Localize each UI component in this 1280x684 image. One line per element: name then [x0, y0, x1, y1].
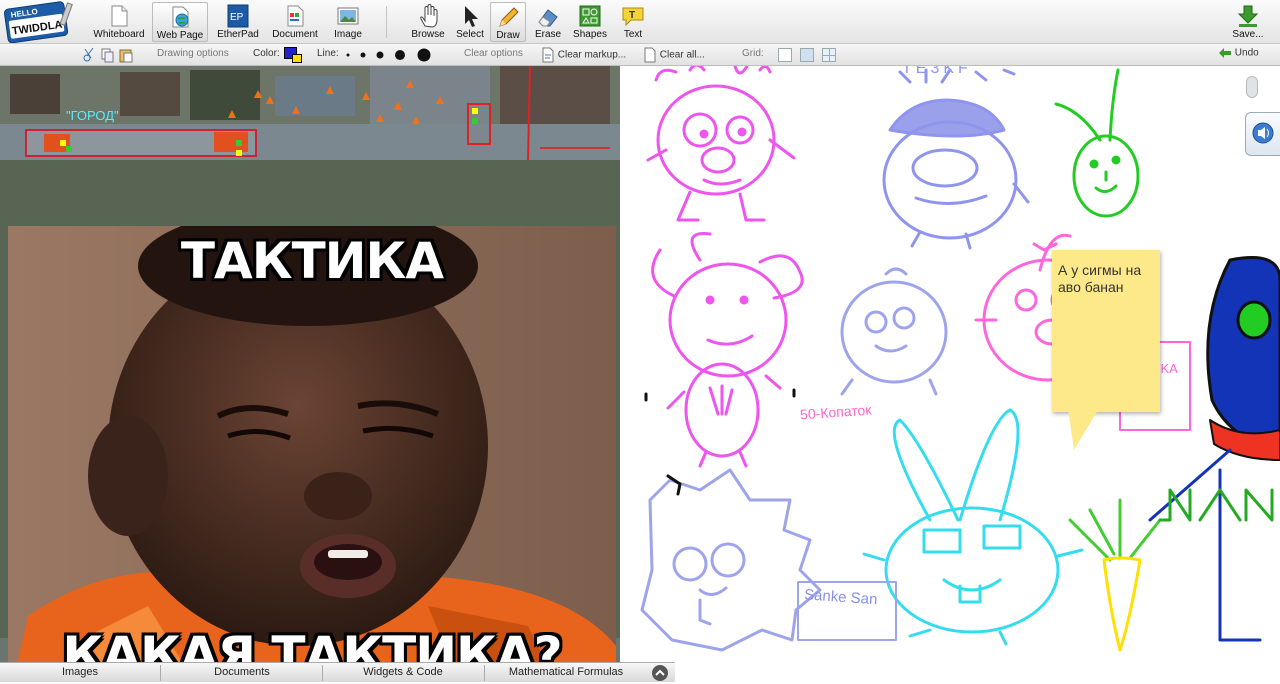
line-size-3[interactable]: [376, 51, 384, 59]
carrot-drawing: [1068, 498, 1162, 652]
cursor-arrow-icon: [465, 6, 478, 27]
svg-text:T: T: [629, 10, 635, 21]
line-label: Line:: [317, 48, 339, 59]
drawing-options-label: Drawing options: [157, 48, 229, 59]
meme-photo: [8, 226, 616, 662]
line-size-1[interactable]: [346, 53, 350, 57]
tab-documents[interactable]: Documents: [162, 666, 322, 678]
blank-page-icon: [644, 47, 656, 63]
meme-top-caption: ТАКТИКА: [180, 232, 444, 290]
text-icon: T: [622, 7, 644, 27]
tab-separator: [160, 665, 161, 681]
shapes-icon: [579, 5, 601, 27]
etherpad-icon: EP: [227, 4, 249, 28]
line-size-4[interactable]: [395, 50, 405, 60]
line-size-2[interactable]: [360, 52, 366, 58]
save-download-icon: [1237, 5, 1259, 27]
draw-tool[interactable]: Draw: [490, 2, 526, 42]
copy-icon[interactable]: [101, 48, 114, 63]
toolbar-separator: [386, 6, 387, 38]
scroll-up-chevron[interactable]: [1246, 76, 1258, 98]
color-label: Color:: [253, 48, 280, 59]
svg-text:EP: EP: [230, 12, 244, 23]
clear-options-label: Clear options: [464, 48, 523, 59]
meme-bottom-caption: КАКАЯ ТАКТИКА?: [62, 626, 562, 662]
pencil-icon: [499, 7, 519, 27]
erase-tool[interactable]: Erase: [530, 2, 566, 42]
tab-widgets-code[interactable]: Widgets & Code: [324, 666, 482, 678]
main-toolbar: HELLO TWIDDLA Whiteboard Web Page EP Eth…: [0, 0, 1280, 44]
lavender-hedgehog-drawing: [640, 468, 822, 652]
cut-icon[interactable]: [83, 47, 94, 62]
document-icon: [287, 5, 304, 27]
undo-button[interactable]: Undo: [1218, 47, 1259, 59]
undo-arrow-icon: [1219, 48, 1231, 58]
tab-separator: [484, 665, 485, 681]
select-tool[interactable]: Select: [452, 2, 488, 42]
grid-none-button[interactable]: [778, 48, 792, 62]
clear-markup-button[interactable]: Clear markup...: [541, 47, 626, 63]
sticky-note[interactable]: А у сигмы на аво банан: [1052, 250, 1160, 450]
lavender-hat-creature-drawing: [882, 68, 1030, 250]
clear-all-button[interactable]: Clear all...: [643, 47, 705, 63]
hand-drawn-sketches: [640, 66, 1280, 652]
scrawl-top-text: TE3KF: [902, 66, 972, 77]
paste-icon[interactable]: [119, 49, 133, 63]
browse-tool[interactable]: Browse: [408, 2, 448, 42]
grid-light-button[interactable]: [800, 48, 814, 62]
collapse-panel-button[interactable]: [652, 665, 668, 681]
chevron-up-icon: [655, 669, 665, 676]
sticky-note-text: А у сигмы на аво банан: [1058, 262, 1142, 295]
green-alien-drawing: [1054, 68, 1140, 218]
map-city-label: "ГОРОД": [66, 108, 119, 123]
whiteboard-tool[interactable]: Whiteboard: [88, 2, 150, 42]
dark-blue-creature-drawing: [1148, 256, 1280, 642]
grid-full-button[interactable]: [822, 48, 836, 62]
speaker-icon: [1252, 122, 1274, 144]
page-icon: [111, 5, 128, 27]
globe-page-icon: [172, 6, 189, 28]
webpage-game-map[interactable]: "ГОРОД" ТАКТИКА КАКАЯ ТАКТИКА?: [0, 66, 620, 662]
tab-separator: [322, 665, 323, 681]
tab-images[interactable]: Images: [0, 666, 160, 678]
color-picker[interactable]: [284, 47, 304, 63]
sticky-note-tail: [1068, 410, 1098, 450]
lavender-round-creature-drawing: [840, 267, 948, 396]
black-scribble-drawing: [666, 474, 682, 496]
hand-icon: [420, 4, 438, 28]
save-button[interactable]: Save...: [1228, 2, 1268, 42]
grid-label: Grid:: [742, 48, 764, 59]
clear-markup-icon: [542, 47, 554, 63]
twiddla-logo[interactable]: HELLO TWIDDLA: [2, 1, 74, 44]
whiteboard-canvas[interactable]: 50-Копаток Sanke San Sig MAH KA TE3KF: [620, 66, 1280, 682]
line-width-picker[interactable]: [340, 44, 440, 66]
eraser-icon: [538, 9, 558, 27]
image-tool[interactable]: Image: [328, 2, 368, 42]
shapes-tool[interactable]: Shapes: [570, 2, 610, 42]
tab-mathematical-formulas[interactable]: Mathematical Formulas: [486, 666, 646, 678]
webpage-tool[interactable]: Web Page: [152, 2, 208, 42]
etherpad-tool[interactable]: EP EtherPad: [212, 2, 264, 42]
image-icon: [337, 7, 359, 25]
document-tool[interactable]: Document: [266, 2, 324, 42]
options-bar: Drawing options Color: Line: Clear optio…: [0, 44, 1280, 66]
dot-marks-drawing: [644, 388, 796, 402]
pink-pig-drawing: [646, 66, 796, 222]
text-tool[interactable]: T Text: [616, 2, 650, 42]
audio-panel-tab[interactable]: [1245, 112, 1280, 156]
magenta-lamb-drawing: [651, 232, 804, 468]
clipboard-icons: [83, 47, 133, 63]
line-size-5[interactable]: [417, 48, 431, 62]
meme-image: ТАКТИКА КАКАЯ ТАКТИКА?: [8, 226, 616, 662]
secondary-color-swatch: [292, 54, 302, 63]
bottom-panel-tabs: Images Documents Widgets & Code Mathemat…: [0, 662, 675, 682]
